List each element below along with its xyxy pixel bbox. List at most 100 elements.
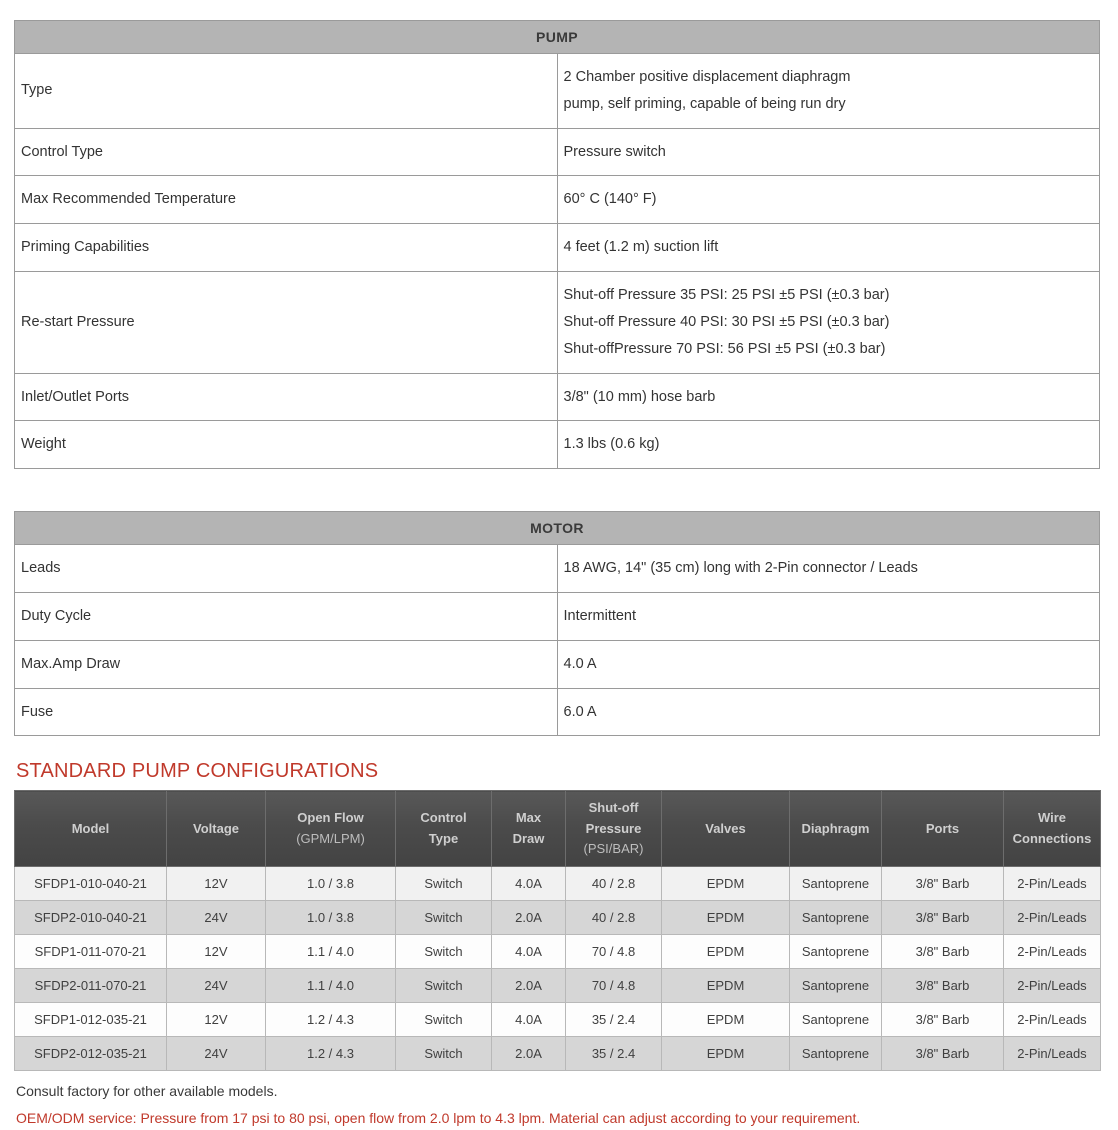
cell-control-type: Switch [395,1035,492,1071]
spec-value-line: 4 feet (1.2 m) suction lift [563,239,719,256]
header-label: Type [428,830,459,846]
config-table-head: Model Voltage Open Flow (GPM/LPM) Contro… [14,790,1101,867]
cell-shutoff-pressure: 40 / 2.8 [565,899,662,935]
table-row: Priming Capabilities 4 feet (1.2 m) suct… [14,223,1100,273]
column-header-valves: Valves [661,790,790,867]
cell-max-draw: 2.0A [491,967,566,1003]
cell-valves: EPDM [661,1001,790,1037]
table-row: SFDP1-012-035-21 12V 1.2 / 4.3 Switch 4.… [14,1001,1101,1037]
header-sublabel: (PSI/BAR) [583,840,644,856]
spec-value-line: Shut-off Pressure 35 PSI: 25 PSI ±5 PSI … [563,287,890,304]
spec-label-priming-capabilities: Priming Capabilities [14,223,558,273]
cell-model: SFDP1-010-040-21 [14,865,167,901]
cell-diaphragm: Santoprene [789,1001,882,1037]
cell-voltage: 12V [166,1001,266,1037]
cell-ports: 3/8" Barb [881,933,1004,969]
cell-model: SFDP2-012-035-21 [14,1035,167,1071]
table-row: Control Type Pressure switch [14,127,1100,177]
spec-label-inlet-outlet-ports: Inlet/Outlet Ports [14,372,558,422]
header-label: Max [515,810,542,826]
table-row: Re-start Pressure Shut-off Pressure 35 P… [14,271,1100,374]
cell-wire-connections: 2-Pin/Leads [1003,1035,1101,1071]
cell-wire-connections: 2-Pin/Leads [1003,899,1101,935]
cell-ports: 3/8" Barb [881,899,1004,935]
cell-wire-connections: 2-Pin/Leads [1003,967,1101,1003]
column-header-diaphragm: Diaphragm [789,790,882,867]
spec-value-line: 60° C (140° F) [563,191,657,208]
cell-open-flow: 1.0 / 3.8 [265,899,396,935]
cell-voltage: 12V [166,865,266,901]
cell-voltage: 24V [166,1035,266,1071]
cell-shutoff-pressure: 70 / 4.8 [565,967,662,1003]
spec-value-fuse: 6.0 A [556,687,1100,737]
cell-diaphragm: Santoprene [789,933,882,969]
motor-banner-title: MOTOR [14,511,1100,546]
pump-spec-table: PUMP Type 2 Chamber positive displacemen… [14,20,1100,470]
pump-banner-title: PUMP [14,20,1100,54]
cell-shutoff-pressure: 35 / 2.4 [565,1035,662,1071]
header-label: Draw [512,830,545,846]
header-label: Control [420,810,467,826]
header-sublabel: (GPM/LPM) [296,830,365,846]
spec-label-max-amp-draw: Max.Amp Draw [14,639,558,689]
cell-valves: EPDM [661,933,790,969]
header-label: Voltage [193,820,239,836]
page-title: STANDARD PUMP CONFIGURATIONS [16,760,379,783]
spec-label-type: Type [14,53,558,129]
spec-label-duty-cycle: Duty Cycle [14,591,558,641]
spec-label-line: Temperature [154,191,236,208]
header-label: Model [71,820,110,836]
table-row: SFDP2-011-070-21 24V 1.1 / 4.0 Switch 2.… [14,967,1101,1003]
cell-voltage: 12V [166,933,266,969]
cell-wire-connections: 2-Pin/Leads [1003,865,1101,901]
cell-model: SFDP2-011-070-21 [14,967,167,1003]
header-label: Diaphragm [801,820,870,836]
spec-label-fuse: Fuse [14,687,558,737]
spec-value-max-amp-draw: 4.0 A [556,639,1100,689]
config-header-row: Model Voltage Open Flow (GPM/LPM) Contro… [14,790,1101,867]
spec-value-weight: 1.3 lbs (0.6 kg) [556,420,1100,470]
cell-ports: 3/8" Barb [881,1001,1004,1037]
cell-ports: 3/8" Barb [881,865,1004,901]
column-header-ports: Ports [881,790,1004,867]
cell-diaphragm: Santoprene [789,1035,882,1071]
table-row: SFDP2-010-040-21 24V 1.0 / 3.8 Switch 2.… [14,899,1101,935]
spec-label-restart-pressure: Re-start Pressure [14,271,558,374]
cell-shutoff-pressure: 35 / 2.4 [565,1001,662,1037]
motor-banner-row: MOTOR [14,511,1100,546]
cell-model: SFDP1-012-035-21 [14,1001,167,1037]
cell-control-type: Switch [395,1001,492,1037]
spec-value-line: Intermittent [563,607,637,624]
cell-max-draw: 4.0A [491,865,566,901]
cell-model: SFDP1-011-070-21 [14,933,167,969]
column-header-shutoff-pressure: Shut-off Pressure (PSI/BAR) [565,790,662,867]
cell-max-draw: 4.0A [491,1001,566,1037]
cell-control-type: Switch [395,967,492,1003]
header-label: Open Flow [297,810,364,826]
footnotes: Consult factory for other available mode… [16,1080,1100,1130]
header-label: Ports [925,820,960,836]
table-row: Fuse 6.0 A [14,687,1100,737]
config-table-body: SFDP1-010-040-21 12V 1.0 / 3.8 Switch 4.… [14,865,1101,1071]
note-oem-odm-service: OEM/ODM service: Pressure from 17 psi to… [16,1110,861,1127]
spec-value-line: 2 Chamber positive displacement diaphrag… [563,69,851,85]
column-header-control-type: Control Type [395,790,492,867]
cell-valves: EPDM [661,967,790,1003]
spec-value-line: 3/8" (10 mm) hose barb [563,388,716,405]
cell-ports: 3/8" Barb [881,967,1004,1003]
cell-open-flow: 1.0 / 3.8 [265,865,396,901]
table-row: SFDP1-010-040-21 12V 1.0 / 3.8 Switch 4.… [14,865,1101,901]
spec-label-max-temperature: Max Recommended Temperature [14,175,558,225]
cell-wire-connections: 2-Pin/Leads [1003,1001,1101,1037]
spec-sheet-page: PUMP Type 2 Chamber positive displacemen… [0,0,1118,1126]
cell-max-draw: 2.0A [491,899,566,935]
cell-model: SFDP2-010-040-21 [14,899,167,935]
cell-shutoff-pressure: 40 / 2.8 [565,865,662,901]
table-row: Type 2 Chamber positive displacement dia… [14,53,1100,129]
spec-value-control-type: Pressure switch [556,127,1100,177]
table-row: Inlet/Outlet Ports 3/8" (10 mm) hose bar… [14,372,1100,422]
spec-value-priming-capabilities: 4 feet (1.2 m) suction lift [556,223,1100,273]
spec-value-leads: 18 AWG, 14" (35 cm) long with 2-Pin conn… [556,544,1100,593]
